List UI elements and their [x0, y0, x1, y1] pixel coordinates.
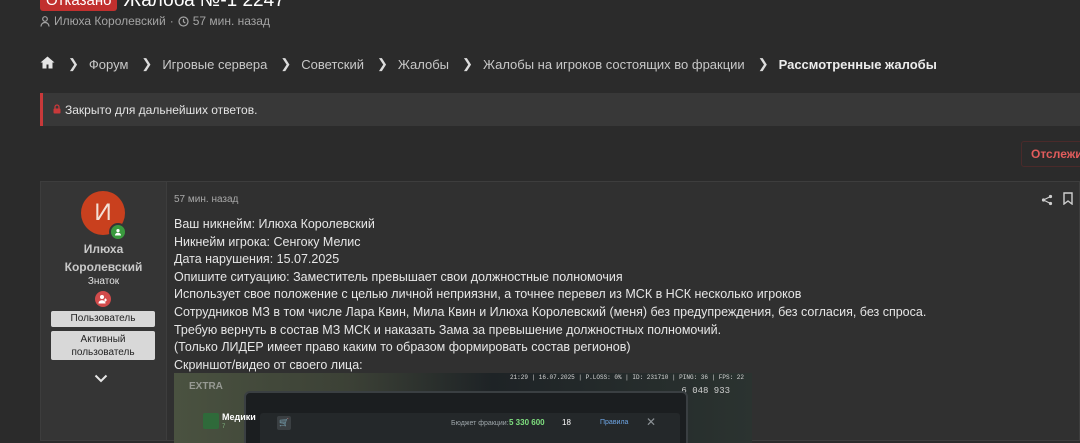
share-icon[interactable]: [1041, 193, 1053, 211]
username-line: Королевский: [64, 260, 143, 274]
thread-meta: Илюха Королевский · 57 мин. назад: [40, 14, 270, 28]
thread-author-link[interactable]: Илюха Королевский: [54, 14, 166, 28]
post-body: Ваш никнейм: Илюха Королевский Никнейм и…: [174, 216, 1054, 374]
game-level: 18: [562, 418, 571, 427]
breadcrumb: ❯ Форум ❯ Игровые сервера ❯ Советский ❯ …: [40, 56, 937, 72]
game-rules: Правила: [600, 419, 629, 426]
watch-button[interactable]: Отслежив: [1021, 141, 1080, 167]
user-banner: Пользователь: [51, 311, 155, 327]
meta-separator: ·: [169, 14, 174, 28]
post-line: Дата нарушения: 15.07.2025: [174, 252, 340, 267]
thread-time[interactable]: 57 мин. назад: [193, 14, 270, 28]
medic-icon: [203, 413, 219, 429]
post-line: Опишите ситуацию: Заместитель превышает …: [174, 269, 623, 284]
post-date[interactable]: 57 мин. назад: [174, 194, 238, 205]
username-line: Илюха: [83, 242, 124, 256]
breadcrumb-item[interactable]: Игровые сервера: [162, 57, 267, 72]
chevron-right-icon: ❯: [141, 56, 153, 71]
post-line: Ваш никнейм: Илюха Королевский: [174, 217, 375, 231]
breadcrumb-item[interactable]: Жалобы на игроков состоящих во фракции: [483, 57, 745, 72]
cart-icon: 🛒: [277, 416, 291, 430]
close-icon: ✕: [646, 415, 657, 429]
thread-title: Жалоба №-1 2247: [123, 0, 285, 11]
post-line: (Только ЛИДЕР имеет право каким то образ…: [174, 340, 631, 355]
user-title: Знаток: [87, 276, 120, 287]
online-status-icon: [109, 223, 127, 241]
user-icon: [40, 15, 50, 27]
thread-title-row: Отказано Жалоба №-1 2247: [40, 0, 285, 12]
game-budget-label: Бюджет фракции:: [451, 420, 509, 427]
clock-icon: [178, 15, 189, 27]
game-dialog-panel: [260, 413, 680, 443]
post-username[interactable]: Илюха Королевский: [41, 240, 166, 276]
breadcrumb-current[interactable]: Рассмотренные жалобы: [779, 57, 937, 72]
game-logo: EXTRA: [189, 381, 223, 392]
breadcrumb-item[interactable]: Советский: [301, 57, 364, 72]
chevron-right-icon: ❯: [280, 56, 292, 71]
game-budget-value: 5 330 600: [509, 418, 545, 427]
chevron-right-icon: ❯: [462, 56, 473, 71]
bookmark-icon[interactable]: [1063, 192, 1073, 210]
post-user-cell: И Илюха Королевский Знаток Пользователь …: [41, 182, 167, 440]
game-money: 6 048 933: [681, 386, 730, 396]
game-dialog: [244, 391, 688, 443]
closed-notice: Закрыто для дальнейших ответов.: [40, 93, 1080, 126]
post-line: Скриншот/видео от своего лица:: [174, 357, 363, 372]
user-banner: Активный пользователь: [51, 331, 155, 360]
chevron-down-icon[interactable]: [94, 370, 108, 388]
game-hud-text: 21:29 | 16.07.2025 | P.LOSS: 0% | ID: 23…: [509, 374, 744, 381]
attached-screenshot[interactable]: EXTRA 21:29 | 16.07.2025 | P.LOSS: 0% | …: [174, 373, 752, 443]
chevron-right-icon: ❯: [68, 56, 79, 71]
chevron-right-icon: ❯: [757, 56, 769, 71]
post-line: Сотрудников МЗ в том числе Лара Квин, Ми…: [174, 304, 927, 319]
role-badge-icon: [95, 291, 111, 307]
breadcrumb-item[interactable]: Жалобы: [398, 57, 449, 72]
closed-notice-text: Закрыто для дальнейших ответов.: [65, 102, 258, 117]
post-line: Никнейм игрока: Сенгоку Мелис: [174, 234, 361, 249]
game-faction-name: Медики: [222, 412, 256, 422]
home-icon[interactable]: [40, 56, 55, 72]
chevron-right-icon: ❯: [376, 56, 388, 71]
lock-icon: [53, 103, 61, 117]
post-line: Требую вернуть в состав МЗ МСК и наказат…: [174, 322, 722, 337]
game-faction-count: 7: [222, 424, 226, 430]
status-prefix-badge: Отказано: [40, 0, 118, 11]
post: И Илюха Королевский Знаток Пользователь …: [40, 181, 1080, 443]
breadcrumb-item[interactable]: Форум: [89, 57, 129, 72]
post-line: Использует свое положение с целью личной…: [174, 287, 802, 302]
